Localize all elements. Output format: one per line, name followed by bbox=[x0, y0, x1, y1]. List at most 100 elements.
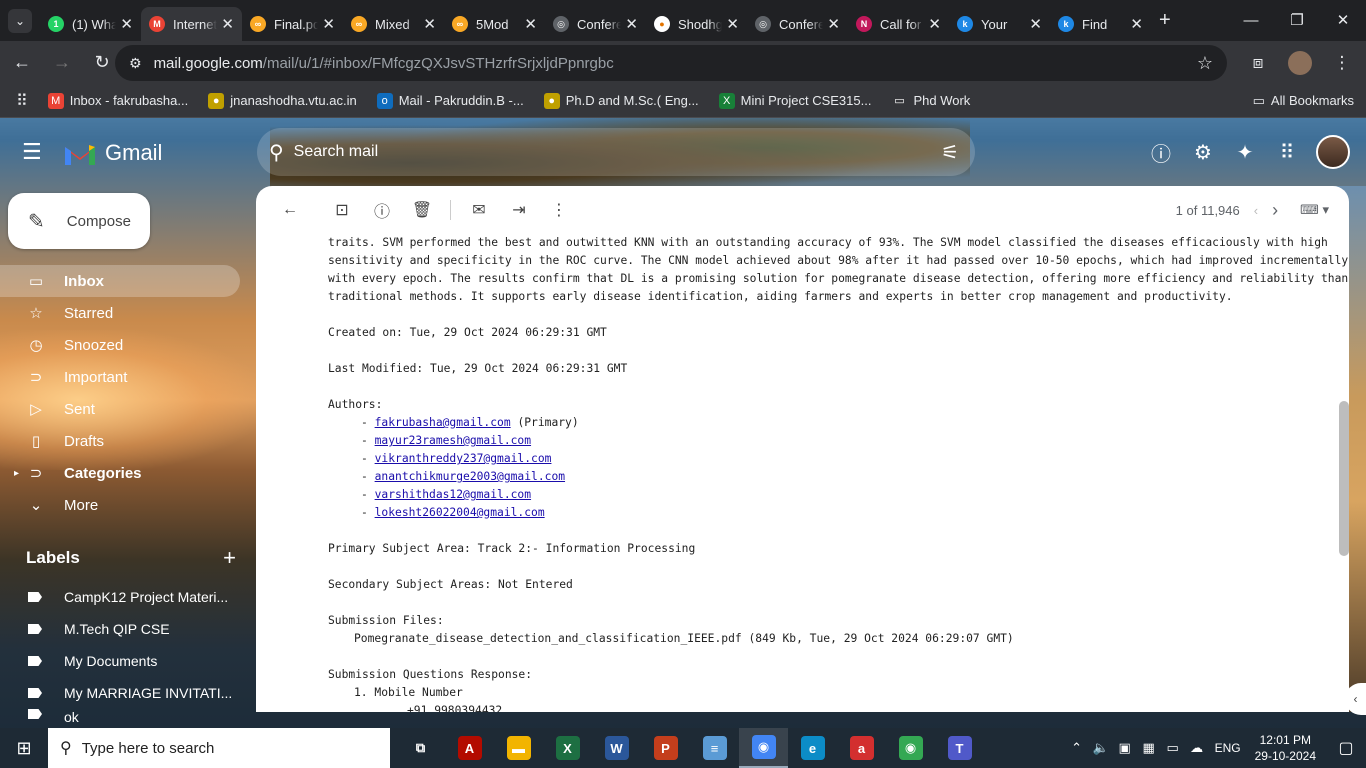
forward-icon[interactable]: → bbox=[44, 45, 80, 81]
tab-close-icon[interactable]: ✕ bbox=[120, 15, 133, 33]
author-email-link[interactable]: varshithdas12@gmail.com bbox=[375, 488, 531, 501]
minimize-button[interactable]: — bbox=[1228, 0, 1274, 40]
show-hidden-icons-icon[interactable]: ⌃ bbox=[1065, 740, 1089, 756]
account-avatar[interactable] bbox=[1316, 135, 1350, 169]
bookmark-item[interactable]: ▭ Phd Work bbox=[891, 92, 970, 109]
camera-icon[interactable]: ▣ bbox=[1113, 740, 1137, 756]
archive-icon[interactable]: ⊡ bbox=[322, 190, 362, 230]
browser-tab[interactable]: ◎ Conference✕ bbox=[747, 7, 848, 41]
search-mail-bar[interactable]: ⚲ Search mail ⚟ bbox=[257, 128, 975, 176]
close-window-button[interactable]: ✕ bbox=[1320, 0, 1366, 40]
browser-tab[interactable]: ∞ Final.pdf✕ bbox=[242, 7, 343, 41]
browser-tab[interactable]: k Find ✕ bbox=[1050, 7, 1151, 41]
taskbar-powerpoint-icon[interactable]: P bbox=[641, 728, 690, 768]
nav-item-more[interactable]: ⌄ More bbox=[0, 489, 240, 521]
main-menu-icon[interactable]: ☰ bbox=[22, 140, 48, 164]
network-icon[interactable]: ▦ bbox=[1137, 740, 1161, 756]
browser-tab[interactable]: N Call for ✕ bbox=[848, 7, 949, 41]
taskbar-search[interactable]: ⚲ Type here to search bbox=[48, 728, 390, 768]
author-email-link[interactable]: fakrubasha@gmail.com bbox=[375, 416, 511, 429]
more-options-icon[interactable]: ⋮ bbox=[539, 190, 579, 230]
nav-item-important[interactable]: ⊃ Important bbox=[0, 361, 240, 393]
mark-unread-icon[interactable]: ✉ bbox=[459, 190, 499, 230]
tab-close-icon[interactable]: ✕ bbox=[423, 15, 436, 33]
taskbar-chrome-2-icon[interactable]: ◉ bbox=[886, 728, 935, 768]
tab-close-icon[interactable]: ✕ bbox=[322, 15, 335, 33]
bookmark-item[interactable]: ● Ph.D and M.Sc.( Eng... bbox=[543, 92, 699, 109]
browser-tab[interactable]: ● Shodhganga✕ bbox=[646, 7, 747, 41]
tab-close-icon[interactable]: ✕ bbox=[524, 15, 537, 33]
nav-item-drafts[interactable]: ▯ Drafts bbox=[0, 425, 240, 457]
tab-close-icon[interactable]: ✕ bbox=[726, 15, 739, 33]
restore-button[interactable]: ❐ bbox=[1274, 0, 1320, 40]
author-email-link[interactable]: vikranthreddy237@gmail.com bbox=[375, 452, 552, 465]
address-bar[interactable]: ⚙ mail.google.com/mail/u/1/#inbox/FMfcgz… bbox=[115, 45, 1227, 81]
onedrive-icon[interactable]: ☁ bbox=[1185, 740, 1209, 756]
browser-tab[interactable]: k Your ✕ bbox=[949, 7, 1050, 41]
bookmark-item[interactable]: ● jnanashodha.vtu.ac.in bbox=[208, 92, 357, 109]
language-indicator[interactable]: ENG bbox=[1215, 741, 1241, 755]
tab-close-icon[interactable]: ✕ bbox=[625, 15, 638, 33]
nav-item-sent[interactable]: ▷ Sent bbox=[0, 393, 240, 425]
bookmark-item[interactable]: X Mini Project CSE315... bbox=[718, 92, 871, 109]
browser-tab[interactable]: ∞ Mixed ✕ bbox=[343, 7, 444, 41]
tab-close-icon[interactable]: ✕ bbox=[1130, 15, 1143, 33]
profile-avatar[interactable] bbox=[1288, 51, 1312, 75]
add-label-icon[interactable]: + bbox=[223, 545, 236, 571]
email-scrollbar[interactable] bbox=[1339, 401, 1349, 556]
newer-icon[interactable]: ‹ bbox=[1254, 203, 1258, 218]
bookmark-star-icon[interactable]: ☆ bbox=[1197, 53, 1213, 74]
help-icon[interactable]: ⓘ bbox=[1148, 132, 1174, 172]
label-item[interactable]: CampK12 Project Materi... bbox=[0, 581, 240, 613]
taskbar-file-explorer-icon[interactable]: ▬ bbox=[494, 728, 543, 768]
input-tools-icon[interactable]: ⌨ ▾ bbox=[1300, 202, 1329, 218]
taskbar-edge-icon[interactable]: e bbox=[788, 728, 837, 768]
report-spam-icon[interactable]: ⓘ bbox=[362, 190, 402, 230]
taskbar-word-icon[interactable]: W bbox=[592, 728, 641, 768]
nav-item-categories[interactable]: ▸ ⊃ Categories bbox=[0, 457, 240, 489]
search-icon[interactable]: ⚲ bbox=[269, 140, 284, 165]
compose-button[interactable]: ✎ Compose bbox=[8, 193, 150, 249]
browser-tab[interactable]: ∞ 5Mod ✕ bbox=[444, 7, 545, 41]
tab-close-icon[interactable]: ✕ bbox=[1029, 15, 1042, 33]
chrome-menu-icon[interactable]: ⋮ bbox=[1326, 45, 1358, 81]
taskbar-teams-icon[interactable]: T bbox=[935, 728, 984, 768]
taskbar-task-view-icon[interactable]: ⧉ bbox=[396, 728, 445, 768]
search-options-icon[interactable]: ⚟ bbox=[941, 140, 959, 165]
label-item[interactable]: My MARRIAGE INVITATI... bbox=[0, 677, 240, 709]
taskbar-search-input[interactable]: Type here to search bbox=[82, 740, 215, 757]
nav-item-snoozed[interactable]: ◷ Snoozed bbox=[0, 329, 240, 361]
display-icon[interactable]: ▭ bbox=[1161, 740, 1185, 756]
tab-search-button[interactable]: ⌄ bbox=[8, 8, 32, 33]
back-to-inbox-icon[interactable]: ← bbox=[270, 190, 310, 230]
label-item[interactable]: ok bbox=[0, 709, 240, 729]
label-item[interactable]: My Documents bbox=[0, 645, 240, 677]
nav-item-starred[interactable]: ☆ Starred bbox=[0, 297, 240, 329]
delete-icon[interactable]: 🗑 bbox=[402, 190, 442, 230]
new-tab-button[interactable]: + bbox=[1159, 9, 1171, 32]
tab-close-icon[interactable]: ✕ bbox=[221, 15, 234, 33]
notifications-icon[interactable]: ▢ bbox=[1326, 728, 1366, 768]
nav-item-inbox[interactable]: ▭ Inbox bbox=[0, 265, 240, 297]
author-email-link[interactable]: anantchikmurge2003@gmail.com bbox=[375, 470, 565, 483]
tab-close-icon[interactable]: ✕ bbox=[827, 15, 840, 33]
tab-close-icon[interactable]: ✕ bbox=[928, 15, 941, 33]
settings-gear-icon[interactable]: ⚙ bbox=[1190, 132, 1216, 172]
taskbar-chrome-icon[interactable]: ◉ bbox=[739, 728, 788, 768]
taskbar-acrobat-reader-icon[interactable]: a bbox=[837, 728, 886, 768]
bookmark-item[interactable]: o Mail - Pakruddin.B -... bbox=[376, 92, 524, 109]
search-input[interactable]: Search mail bbox=[294, 143, 378, 161]
taskbar-notepad-icon[interactable]: ≡ bbox=[690, 728, 739, 768]
taskbar-excel-icon[interactable]: X bbox=[543, 728, 592, 768]
label-item[interactable]: M.Tech QIP CSE bbox=[0, 613, 240, 645]
extensions-icon[interactable]: ⧈ bbox=[1242, 45, 1274, 81]
all-bookmarks-button[interactable]: ▭ All Bookmarks bbox=[1253, 93, 1354, 109]
back-icon[interactable]: ← bbox=[4, 45, 40, 81]
clock[interactable]: 12:01 PM 29-10-2024 bbox=[1255, 732, 1316, 764]
windows-start-icon[interactable]: ⊞ bbox=[0, 728, 48, 768]
older-icon[interactable]: › bbox=[1272, 200, 1278, 221]
google-apps-icon[interactable]: ⠿ bbox=[1274, 132, 1300, 172]
browser-tab[interactable]: ◎ Conference✕ bbox=[545, 7, 646, 41]
gemini-sparkle-icon[interactable]: ✦ bbox=[1232, 132, 1258, 172]
site-info-icon[interactable]: ⚙ bbox=[129, 55, 142, 72]
